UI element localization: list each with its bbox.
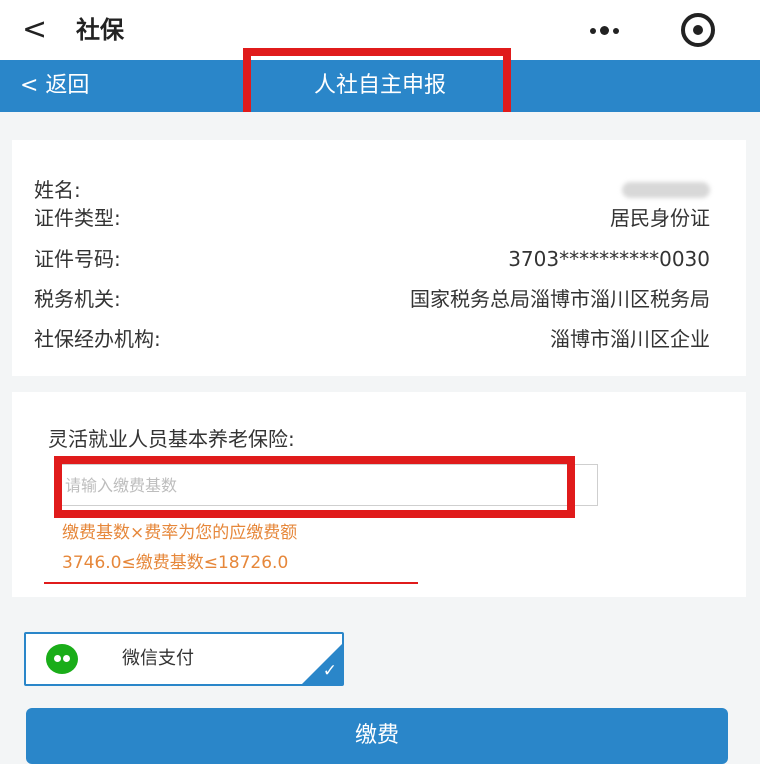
more-icon[interactable] [584,26,624,36]
hint-underline [44,582,418,584]
wechat-pay-option[interactable]: 微信支付 ✓ [24,632,344,686]
hint-formula: 缴费基数×费率为您的应缴费额 [62,523,298,543]
insurance-type-label: 灵活就业人员基本养老保险: [48,427,295,451]
id-number-value: 3703**********0030 [508,247,710,271]
redacted-name [622,182,710,198]
agency-value: 淄博市淄川区企业 [550,327,710,351]
tax-office-label: 税务机关: [34,287,121,311]
app-title: 社保 [76,16,124,44]
info-row-id-type: 证件类型: 居民身份证 [34,200,710,236]
input-highlight-box [54,456,575,518]
id-type-label: 证件类型: [34,206,121,230]
info-row-tax-office: 税务机关: 国家税务总局淄博市淄川区税务局 [34,281,710,317]
target-icon[interactable] [681,13,715,47]
id-type-value: 居民身份证 [610,206,710,230]
tax-office-value: 国家税务总局淄博市淄川区税务局 [410,287,710,311]
check-icon: ✓ [322,661,337,681]
info-row-id-number: 证件号码: 3703**********0030 [34,241,710,277]
agency-label: 社保经办机构: [34,327,161,351]
pay-button[interactable]: 缴费 [26,708,728,764]
back-chevron-icon[interactable]: < [22,12,47,48]
title-highlight-box [243,48,511,122]
info-row-agency: 社保经办机构: 淄博市淄川区企业 [34,321,710,357]
hint-range: 3746.0≤缴费基数≤18726.0 [62,553,289,573]
pay-method-label: 微信支付 [122,648,194,669]
id-number-label: 证件号码: [34,247,121,271]
wechat-icon [46,644,78,674]
